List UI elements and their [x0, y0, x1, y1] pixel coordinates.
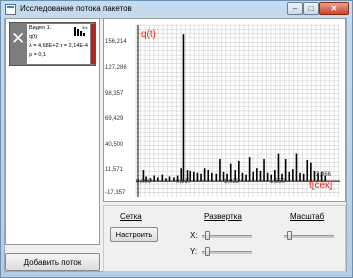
stream-color-strip [91, 24, 95, 64]
data-bar [248, 157, 251, 182]
stream-badge: 3/4 [82, 25, 88, 30]
data-bar [200, 173, 202, 182]
window-title: Исследование потока пакетов [20, 4, 132, 13]
x-axis-name: X: [190, 231, 198, 240]
stream-name: Видео 1. [29, 25, 52, 31]
data-bar [310, 162, 312, 182]
y-tick-label: -17,357 [105, 190, 126, 196]
y-tick-label: 11,571 [105, 167, 123, 173]
plot-area: q(t) t[сек] 156,214 127,286 98,357 69,42… [103, 18, 346, 202]
data-bar [299, 172, 301, 182]
data-bar [302, 173, 305, 182]
data-bar [193, 171, 195, 182]
data-bar [306, 159, 309, 182]
data-bar [252, 171, 255, 182]
data-bar [263, 159, 265, 182]
data-bar [182, 34, 185, 182]
y-axis-label: q(t) [141, 29, 156, 40]
y-tick-label: 40,500 [105, 142, 124, 148]
add-stream-button[interactable]: Добавить поток [5, 253, 100, 271]
stream-card[interactable]: ✕ Видео 1. q(t) λ = 4,68E+2 τ = 2,14E-4 … [9, 22, 96, 66]
title-bar[interactable]: Исследование потока пакетов – □ ✕ [1, 1, 352, 19]
chart [135, 24, 340, 197]
data-bar [196, 172, 199, 182]
data-bar [259, 170, 262, 182]
x-tick-label: 1,033 [224, 179, 240, 185]
x-tick-label: 1,550 [270, 179, 286, 185]
y-axis-name: Y: [190, 247, 198, 256]
data-bar [157, 177, 159, 182]
data-bar [245, 174, 247, 182]
y-tick-label: 69,429 [105, 116, 124, 122]
data-bar [288, 171, 291, 182]
y-tick-label: 98,357 [105, 91, 124, 97]
data-bar [219, 159, 221, 182]
data-bar [277, 153, 280, 182]
stream-list[interactable]: ✕ Видео 1. q(t) λ = 4,68E+2 τ = 2,14E-4 … [5, 18, 100, 245]
data-bar [207, 170, 210, 182]
y-tick-label: 127,286 [105, 65, 127, 71]
x-tick-label: 2,066 [316, 172, 332, 178]
data-bar [215, 173, 218, 182]
controls-panel: Сетка Настроить Развертка Масштаб X: Y: [103, 205, 346, 272]
sweep-x-thumb[interactable] [205, 231, 210, 240]
stream-function: q(t) [29, 34, 38, 40]
scale-thumb[interactable] [287, 231, 292, 240]
data-bar [203, 168, 206, 182]
data-bar [165, 178, 167, 182]
sweep-label: Развертка [204, 212, 242, 221]
maximize-button[interactable]: □ [303, 2, 319, 15]
data-bar [168, 176, 171, 182]
close-window-button[interactable]: ✕ [319, 2, 349, 15]
data-bar [295, 153, 298, 182]
y-tick-label: 156,214 [105, 39, 127, 45]
stream-card-body: Видео 1. q(t) λ = 4,68E+2 τ = 2,14E-4 ρ … [27, 24, 90, 64]
data-bar [153, 175, 156, 182]
app-icon [5, 4, 16, 15]
data-bar [284, 159, 287, 182]
sweep-y-thumb[interactable] [205, 247, 210, 256]
data-bar [266, 172, 269, 182]
stream-rho: ρ = 0,1 [29, 52, 47, 58]
scale-label: Масштаб [290, 212, 325, 221]
remove-stream-icon[interactable]: ✕ [11, 29, 25, 49]
x-tick-label: 0,000 [136, 179, 152, 185]
data-bar [161, 174, 164, 182]
data-bar [173, 177, 175, 182]
stream-params: λ = 4,68E+2 τ = 2,14E-4 [29, 43, 88, 49]
minimize-button[interactable]: – [287, 2, 303, 15]
data-bar [241, 172, 244, 182]
configure-grid-button[interactable]: Настроить [110, 227, 158, 242]
x-tick-label: 0,517 [176, 179, 192, 185]
data-bar [256, 168, 258, 182]
data-bar [211, 172, 213, 182]
x-axis-label: t[сек] [309, 180, 333, 191]
data-bar [292, 169, 294, 182]
grid-label: Сетка [120, 212, 142, 221]
